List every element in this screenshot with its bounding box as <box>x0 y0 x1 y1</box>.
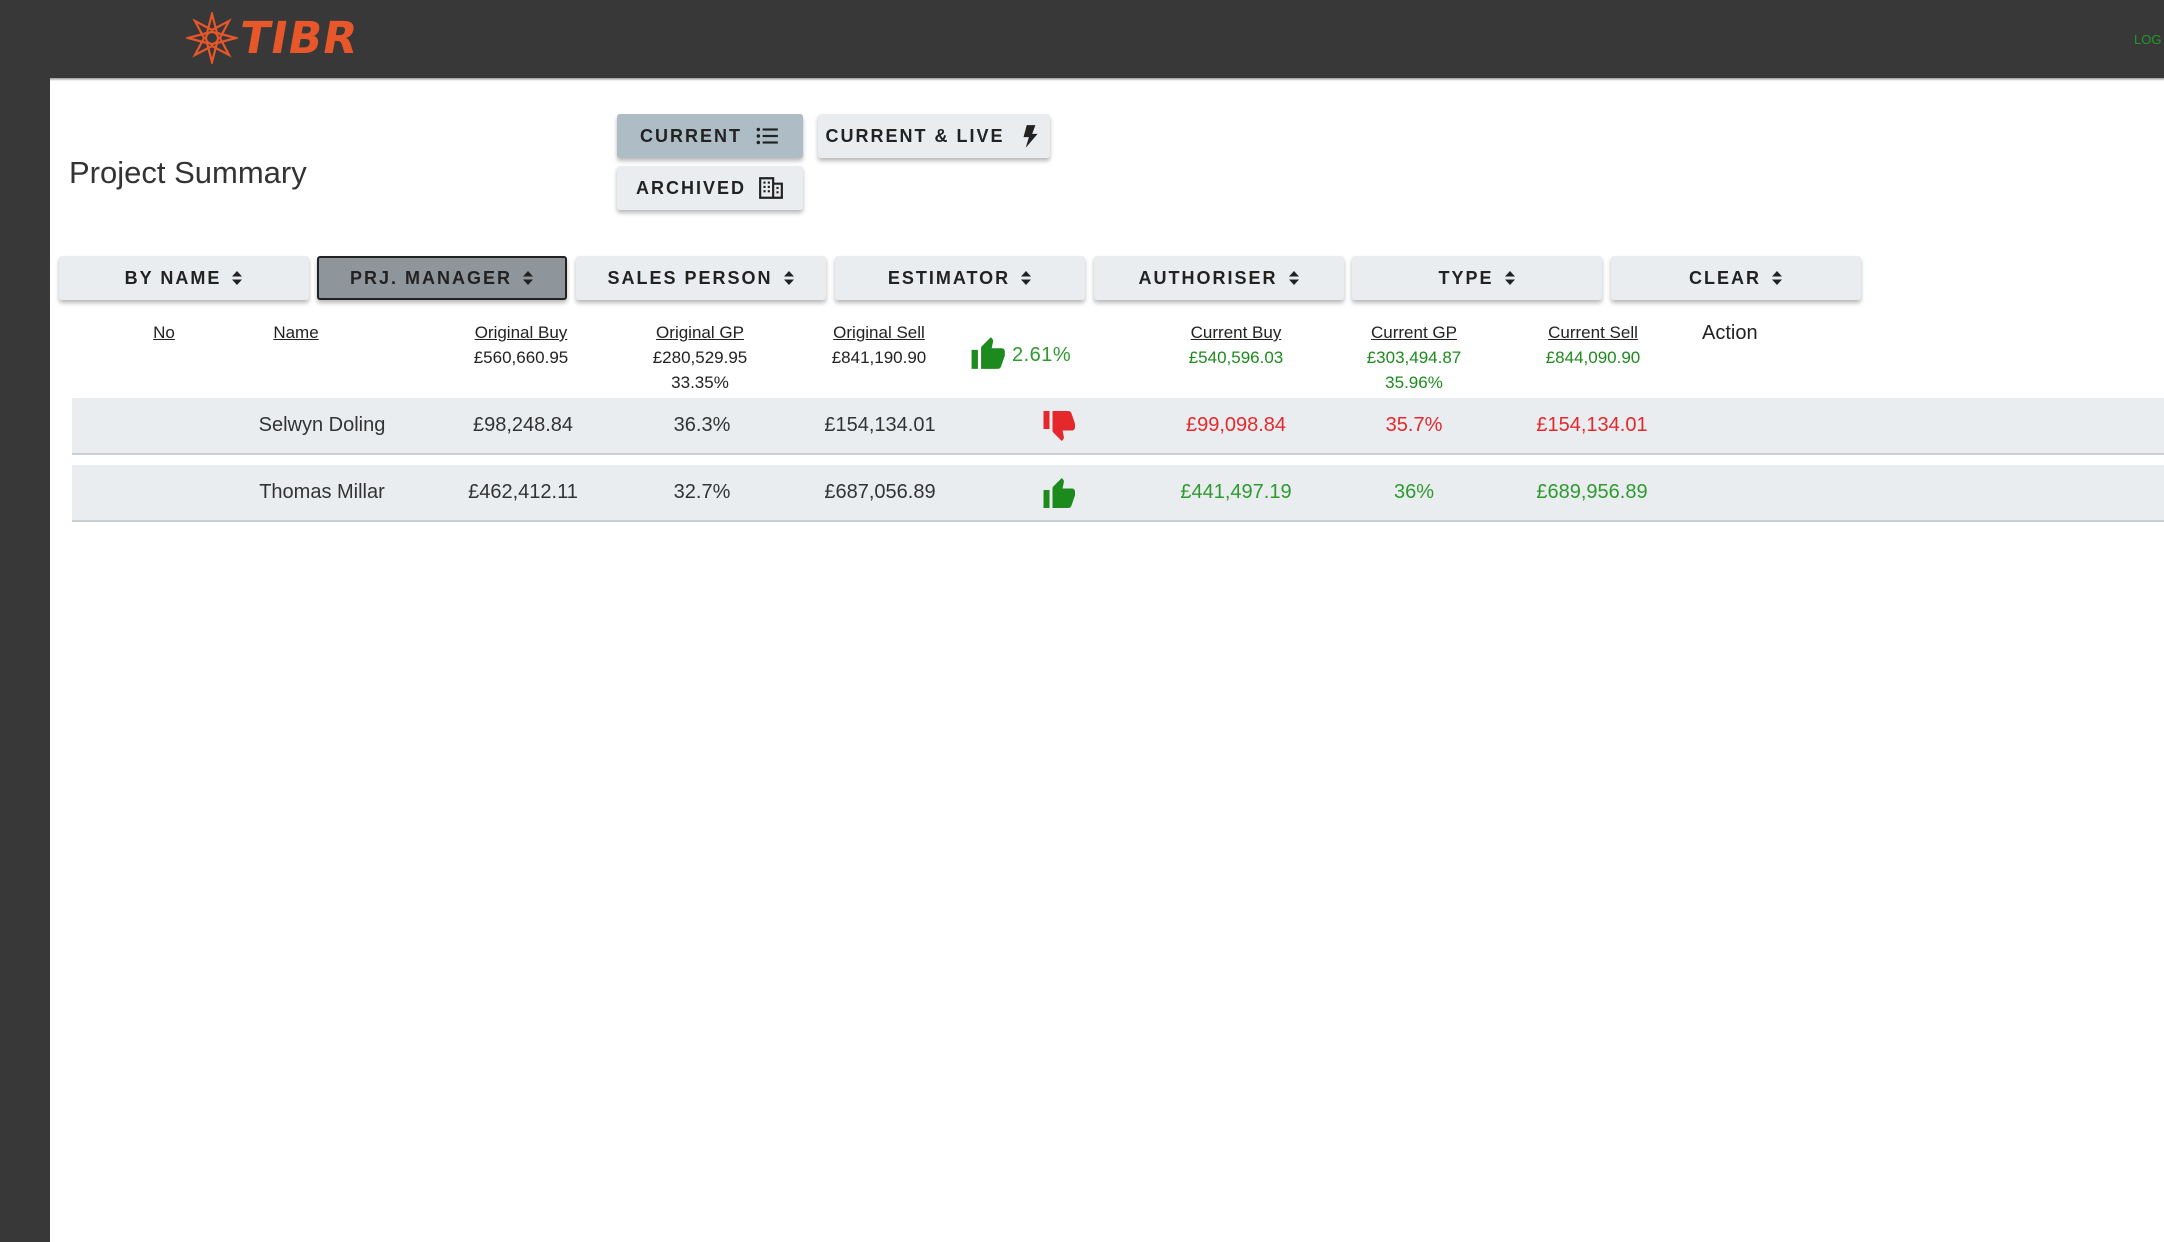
filter-button-label: TYPE <box>1438 267 1494 288</box>
current-live-button[interactable]: CURRENT & LIVE <box>818 114 1050 158</box>
sort-icon <box>1021 271 1032 285</box>
row-current-gp: 35.7% <box>1385 414 1443 436</box>
thumbs-up-icon <box>1043 478 1075 508</box>
row-current-sell: £154,134.01 <box>1536 414 1648 436</box>
row-original-gp: 36.3% <box>673 414 731 436</box>
total-current-sell: £844,090.90 <box>1545 348 1641 367</box>
total-original-sell: £841,190.90 <box>831 348 927 367</box>
col-no-label[interactable]: No <box>153 320 175 345</box>
col-original-buy-label[interactable]: Original Buy <box>474 320 569 345</box>
filter-button-authoriser[interactable]: AUTHORISER <box>1094 256 1344 300</box>
sort-icon <box>1288 271 1299 285</box>
row-original-sell: £687,056.89 <box>824 481 936 503</box>
total-current-gp-pct: 35.96% <box>1385 373 1443 392</box>
table-row[interactable]: Selwyn Doling £98,248.84 36.3% £154,134.01 £… <box>72 398 2164 455</box>
row-original-gp: 32.7% <box>673 481 731 503</box>
logo-star-icon <box>186 12 238 64</box>
total-original-gp-pct: 33.35% <box>671 373 729 392</box>
current-button-label: CURRENT <box>640 125 742 146</box>
variance-percent: 2.61% <box>1012 344 1072 366</box>
filter-button-label: CLEAR <box>1689 267 1761 288</box>
col-original-buy-header[interactable]: Original Buy £560,660.95 <box>474 320 569 370</box>
login-link[interactable]: LOG <box>2134 32 2161 47</box>
row-current-gp: 36% <box>1393 481 1435 503</box>
left-sidebar <box>0 78 50 1242</box>
building-icon <box>759 177 783 199</box>
filter-button-label: SALES PERSON <box>607 267 773 288</box>
row-original-sell: £154,134.01 <box>824 414 936 436</box>
filter-button-label: PRJ. MANAGER <box>349 267 512 288</box>
brand-name: TIBR <box>235 12 363 64</box>
filter-button-prj-manager[interactable]: PRJ. MANAGER <box>317 256 567 300</box>
filter-button-sales-person[interactable]: SALES PERSON <box>576 256 826 300</box>
col-current-gp-header[interactable]: Current GP £303,494.87 35.96% <box>1367 320 1462 395</box>
archived-button-label: ARCHIVED <box>635 177 746 198</box>
total-original-buy: £560,660.95 <box>473 348 569 367</box>
col-original-gp-label[interactable]: Original GP <box>653 320 748 345</box>
sort-icon <box>783 271 794 285</box>
col-original-sell-label[interactable]: Original Sell <box>832 320 927 345</box>
row-original-buy: £462,412.11 <box>468 481 578 503</box>
col-original-sell-header[interactable]: Original Sell £841,190.90 <box>832 320 927 370</box>
col-current-sell-header[interactable]: Current Sell £844,090.90 <box>1546 320 1641 370</box>
brand-logo[interactable]: TIBR <box>186 11 362 65</box>
sort-icon <box>523 271 533 285</box>
col-no-header[interactable]: No <box>153 320 175 345</box>
col-original-gp-header[interactable]: Original GP £280,529.95 33.35% <box>653 320 748 395</box>
sort-icon <box>232 271 243 285</box>
filter-button-estimator[interactable]: ESTIMATOR <box>835 256 1085 300</box>
sort-icon <box>1504 271 1515 285</box>
filter-button-label: AUTHORISER <box>1138 267 1278 288</box>
filter-button-type[interactable]: TYPE <box>1352 256 1602 300</box>
row-name: Selwyn Doling <box>258 414 386 436</box>
table-row[interactable]: Thomas Millar £462,412.11 32.7% £687,056.89… <box>72 465 2164 522</box>
filter-button-label: BY NAME <box>124 267 222 288</box>
lightning-icon <box>1023 125 1038 148</box>
col-current-buy-label[interactable]: Current Buy <box>1189 320 1284 345</box>
row-current-sell: £689,956.89 <box>1536 481 1648 503</box>
thumbs-down-icon <box>1043 411 1075 441</box>
page-title: Project Summary <box>69 154 307 190</box>
list-icon <box>756 127 778 145</box>
col-action-header: Action <box>1702 322 1758 344</box>
filter-button-by-name[interactable]: BY NAME <box>59 256 309 300</box>
row-current-buy: £441,497.19 <box>1180 481 1292 503</box>
filter-button-clear[interactable]: CLEAR <box>1611 256 1861 300</box>
archived-button[interactable]: ARCHIVED <box>617 166 803 210</box>
current-button[interactable]: CURRENT <box>617 114 803 158</box>
col-name-label[interactable]: Name <box>273 320 318 345</box>
col-current-buy-header[interactable]: Current Buy £540,596.03 <box>1189 320 1284 370</box>
current-live-button-label: CURRENT & LIVE <box>825 125 1005 146</box>
row-original-buy: £98,248.84 <box>472 414 574 436</box>
row-name: Thomas Millar <box>259 481 385 503</box>
total-current-gp: £303,494.87 <box>1366 348 1462 367</box>
total-original-gp: £280,529.95 <box>652 348 748 367</box>
total-current-buy: £540,596.03 <box>1188 348 1284 367</box>
sort-icon <box>1772 271 1782 285</box>
col-current-sell-label[interactable]: Current Sell <box>1546 320 1641 345</box>
row-current-buy: £99,098.84 <box>1185 414 1287 436</box>
col-name-header[interactable]: Name <box>273 320 318 345</box>
thumbs-up-icon <box>971 337 1005 369</box>
filter-button-label: ESTIMATOR <box>887 267 1011 288</box>
header-shadow <box>50 78 2164 81</box>
col-current-gp-label[interactable]: Current GP <box>1367 320 1462 345</box>
